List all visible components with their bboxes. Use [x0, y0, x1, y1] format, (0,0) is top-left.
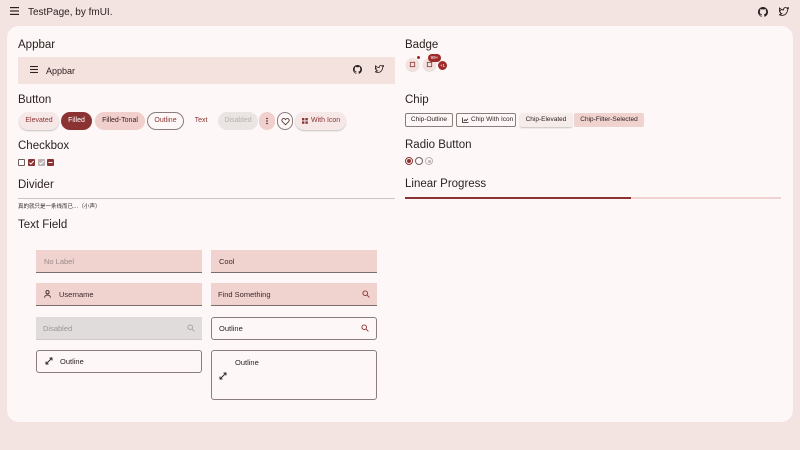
section-title-chip: Chip — [405, 94, 429, 106]
badge-dot — [417, 56, 420, 59]
appbar-demo-title: Appbar — [46, 66, 76, 76]
section-title-button: Button — [18, 94, 52, 106]
section-title-radio-button: Radio Button — [405, 139, 472, 151]
radio-disabled — [425, 157, 433, 165]
outline-search-label: Outline — [219, 324, 243, 333]
app-title: TestPage, by fmUI. — [28, 7, 113, 18]
github-icon[interactable] — [758, 7, 768, 17]
outline-multiline-field[interactable]: Outline — [211, 350, 377, 400]
checkbox-checked[interactable] — [28, 159, 35, 166]
divider-line — [18, 198, 395, 199]
top-app-bar: TestPage, by fmUI. — [0, 0, 800, 26]
disabled-field: Disabled — [36, 317, 202, 340]
badge-count-1: +1 — [438, 61, 447, 70]
find-something-field[interactable]: Find Something — [211, 283, 377, 306]
chip-with-icon[interactable]: Chip With Icon — [456, 113, 516, 127]
with-icon-button[interactable]: With Icon — [295, 112, 346, 130]
github-icon[interactable] — [353, 65, 362, 74]
username-field[interactable]: Username — [36, 283, 202, 306]
chip-filter-selected[interactable]: Chip-Filter-Selected — [574, 113, 644, 127]
find-something-label: Find Something — [218, 290, 271, 299]
radio-unselected[interactable] — [415, 157, 423, 165]
cool-field-value: Cool — [219, 257, 235, 266]
outline-search-field[interactable]: Outline — [211, 317, 377, 340]
linear-progress-fill — [405, 197, 631, 199]
section-title-badge: Badge — [405, 39, 439, 51]
chip-elevated[interactable]: Chip-Elevated — [520, 113, 572, 127]
section-title-checkbox: Checkbox — [18, 140, 70, 152]
no-label-placeholder: No Label — [44, 257, 75, 266]
icon-button-tonal[interactable] — [259, 112, 275, 130]
checkbox-disabled — [38, 159, 45, 166]
chart-icon — [462, 117, 469, 123]
section-title-appbar: Appbar — [18, 39, 56, 51]
badge-box-dot — [406, 58, 419, 71]
icon-button-outline[interactable] — [277, 112, 293, 130]
outline-expand-field[interactable]: Outline — [36, 350, 202, 373]
twitter-icon[interactable] — [375, 65, 384, 73]
person-icon — [44, 290, 51, 298]
disabled-button: Disabled — [218, 112, 258, 130]
no-label-field[interactable]: No Label — [36, 250, 202, 273]
radio-selected[interactable] — [405, 157, 413, 165]
grid-icon — [302, 118, 308, 124]
cool-field[interactable]: Cool — [211, 250, 377, 273]
search-icon[interactable] — [361, 324, 369, 332]
text-button[interactable]: Text — [189, 112, 213, 130]
checkbox-indeterminate[interactable] — [47, 159, 54, 166]
chip-with-icon-label: Chip With Icon — [471, 116, 514, 123]
outline-button[interactable]: Outline — [147, 112, 184, 130]
with-icon-button-label: With Icon — [311, 117, 341, 124]
outline-multiline-label: Outline — [235, 358, 259, 367]
filled-button[interactable]: Filled — [61, 112, 92, 130]
appbar-demo: Appbar — [18, 57, 395, 84]
divider-caption: 真的就只是一条线而已…（小声） — [18, 204, 101, 210]
content-card: Appbar Appbar Button Elevated Filled Fil… — [7, 26, 793, 422]
section-title-divider: Divider — [18, 179, 54, 191]
disabled-field-label: Disabled — [43, 324, 73, 333]
expand-icon — [45, 357, 53, 365]
chip-outline[interactable]: Chip-Outline — [405, 113, 453, 127]
section-title-linear-progress: Linear Progress — [405, 178, 487, 190]
search-icon[interactable] — [362, 290, 370, 298]
twitter-icon[interactable] — [779, 7, 789, 16]
menu-icon[interactable] — [30, 66, 38, 73]
outline-expand-label: Outline — [60, 357, 84, 366]
section-title-text-field: Text Field — [18, 219, 68, 231]
checkbox-unchecked[interactable] — [18, 159, 25, 166]
expand-icon — [219, 372, 227, 380]
filled-tonal-button[interactable]: Filled-Tonal — [95, 112, 145, 130]
username-field-label: Username — [59, 290, 94, 299]
search-icon — [187, 324, 195, 332]
menu-icon[interactable] — [10, 7, 19, 15]
linear-progress-track — [405, 197, 781, 199]
elevated-button[interactable]: Elevated — [19, 112, 59, 130]
